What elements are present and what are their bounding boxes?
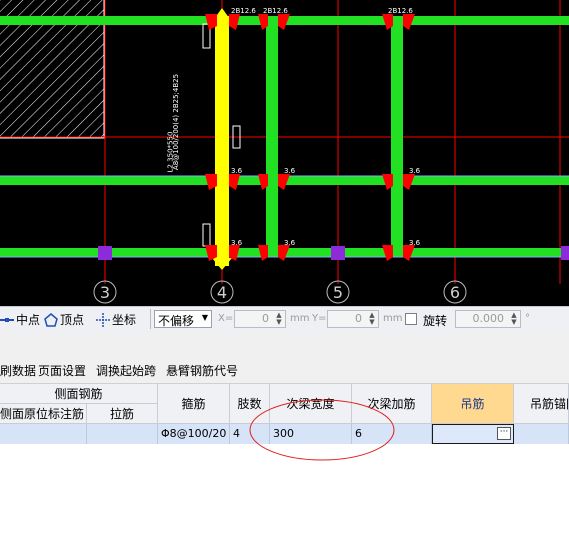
offset-select-value: 不偏移 [158, 314, 195, 328]
axis-number-3: 3 [99, 283, 111, 302]
menu-item-cantilever-code[interactable]: 悬臂钢筋代号 [166, 362, 238, 379]
midpoint-snap[interactable]: 中点 [0, 311, 40, 328]
rebar-label-top-2: 2B12.6 [263, 7, 288, 15]
axis-number-4: 4 [216, 283, 228, 302]
menu-item-swap-start-span[interactable]: 调换起始跨 [96, 362, 156, 379]
rotate-value: 0.000 [472, 312, 505, 325]
node-label: 3.6 [409, 167, 421, 175]
snap-toolbar: 中点 顶点 坐标 不偏移 ▼ X= 0 ▲ ▼ mm Y= 0 ▲ ▼ mm 旋转 … [0, 306, 569, 334]
column[interactable] [561, 246, 569, 260]
x-coordinate-input[interactable]: 0 ▲ ▼ [234, 310, 286, 328]
panel-divider [0, 333, 569, 357]
degree-unit: ° [525, 313, 530, 324]
rebar-table: 侧面钢筋 侧面原位标注筋 拉筋 箍筋 肢数 次梁宽度 次梁加筋 吊筋 吊筋锚固 … [0, 384, 569, 546]
rotate-angle-input[interactable]: 0.000 ▲ ▼ [455, 310, 521, 328]
offset-select[interactable]: 不偏移 ▼ [154, 310, 212, 328]
axis-number-5: 5 [332, 283, 344, 302]
table-menubar: 刷数据 页面设置 调换起始跨 悬臂钢筋代号 [0, 357, 569, 384]
coordinate-label: 坐标 [112, 313, 137, 327]
rebar-label-top-3: 2B12.6 [388, 7, 413, 15]
node-label: 3.6 [284, 167, 296, 175]
midpoint-label: 中点 [16, 313, 41, 327]
annotation-ellipse [249, 399, 395, 461]
beam-vertical-b[interactable] [391, 16, 403, 256]
beam-annotation-2: A8@100/200(4) 2B25;4B25 [172, 73, 181, 171]
y-label: Y= [312, 313, 327, 324]
vertex-label: 顶点 [60, 313, 85, 327]
y-coordinate-input[interactable]: 0 ▲ ▼ [327, 310, 379, 328]
column[interactable] [98, 246, 112, 260]
selected-beam[interactable] [215, 16, 229, 266]
rebar-label-top-1: 2B12.6 [231, 7, 256, 15]
axis-number-6: 6 [449, 283, 461, 302]
x-value: 0 [262, 312, 269, 325]
y-unit: mm [383, 313, 403, 324]
x-unit: mm [290, 313, 310, 324]
y-value: 0 [355, 312, 362, 325]
cad-drawing[interactable] [0, 0, 569, 306]
rotate-checkbox[interactable] [405, 313, 417, 325]
vertex-snap[interactable]: 顶点 [44, 311, 84, 328]
spin-arrows-icon[interactable]: ▲ ▼ [509, 312, 519, 326]
rotate-label: 旋转 [423, 314, 448, 328]
midpoint-icon [0, 313, 14, 327]
cad-canvas[interactable]: 2B12.6 2B12.6 2B12.6 3.6 3.6 3.6 3.6 3.6… [0, 0, 569, 306]
node-label: 3.6 [409, 239, 421, 247]
spin-arrows-icon[interactable]: ▲ ▼ [367, 312, 377, 326]
beam-opening [202, 223, 211, 247]
separator [150, 309, 151, 329]
menu-item-page-setup[interactable]: 页面设置 [38, 362, 86, 379]
spin-arrows-icon[interactable]: ▲ ▼ [274, 312, 284, 326]
coordinate-snap[interactable]: 坐标 [96, 311, 136, 328]
chevron-down-icon: ▼ [201, 313, 208, 322]
vertex-icon [44, 312, 58, 327]
coordinate-icon [96, 312, 110, 327]
x-label: X= [218, 313, 234, 324]
menu-item-refresh-data[interactable]: 刷数据 [0, 362, 36, 379]
column[interactable] [331, 246, 345, 260]
node-label: 3.6 [231, 167, 243, 175]
beam-vertical-a[interactable] [266, 16, 278, 256]
node-label: 3.6 [284, 239, 296, 247]
node-label: 3.6 [231, 239, 243, 247]
